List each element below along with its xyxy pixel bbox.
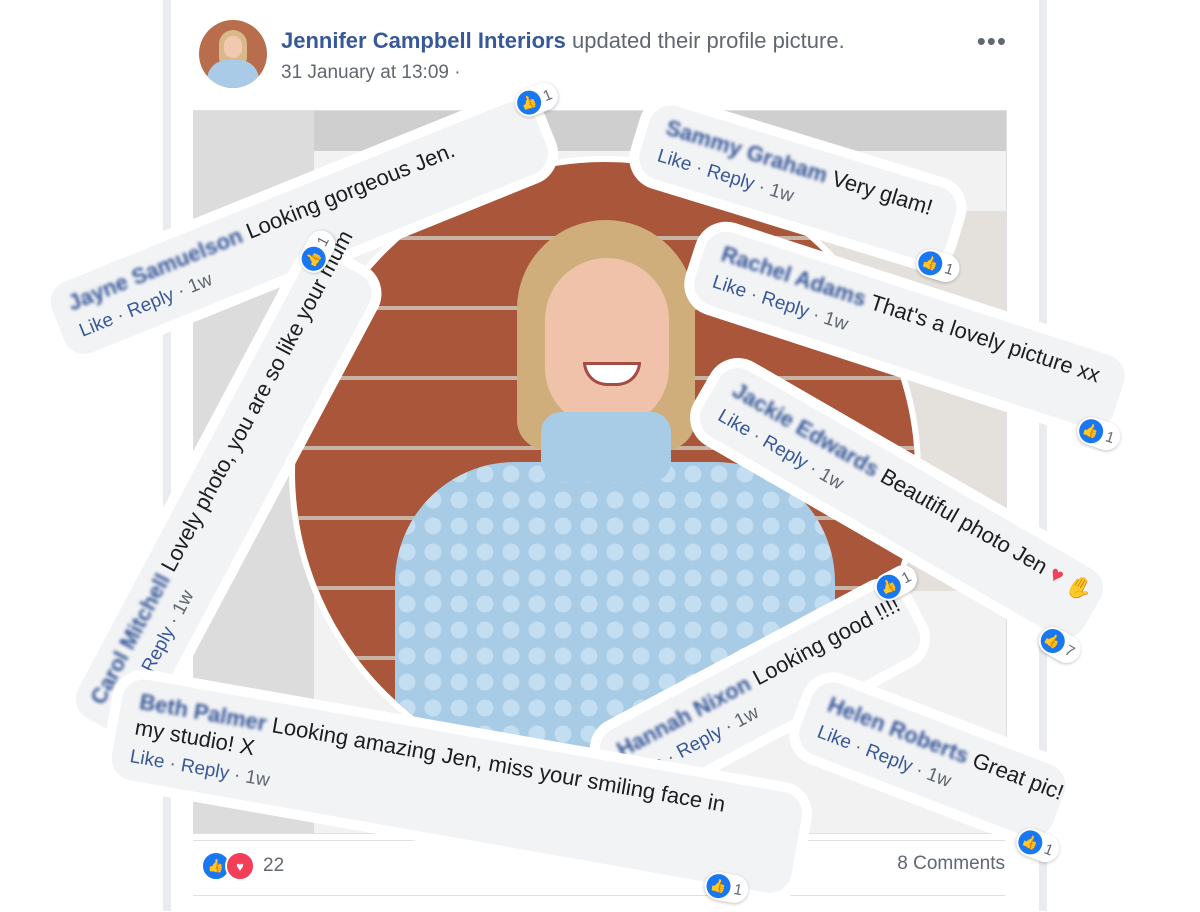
page-name-link[interactable]: Jennifer Campbell Interiors [281, 28, 566, 53]
comment-reaction-count: 1 [732, 880, 744, 899]
woman-face [545, 258, 669, 428]
footer-divider [193, 895, 1005, 896]
page-avatar[interactable] [199, 20, 267, 88]
post-title: Jennifer Campbell Interiors updated thei… [281, 28, 845, 54]
more-options-icon[interactable]: ••• [977, 26, 1007, 57]
comment-like-link[interactable]: Like [128, 746, 166, 773]
comment-reaction-count: 1 [1103, 427, 1117, 447]
reaction-count: 22 [263, 855, 285, 876]
comment-time[interactable]: 1w [821, 308, 851, 335]
avatar-face [224, 36, 242, 58]
comment-reaction-count: 1 [540, 85, 555, 105]
photo-ceiling [194, 111, 1006, 151]
comment-reaction-count: 7 [1062, 641, 1078, 661]
post-action-text: updated their profile picture. [571, 28, 845, 53]
comment-reaction-count: 1 [1041, 840, 1056, 859]
woman-collar [541, 412, 671, 482]
comment-reaction-count: 1 [942, 259, 956, 279]
post-timestamp[interactable]: 31 January at 13:09 · [281, 62, 461, 84]
comments-count-link[interactable]: 8 Comments [897, 853, 1005, 875]
avatar-body [207, 60, 259, 88]
post-header: Jennifer Campbell Interiors updated thei… [199, 20, 1019, 90]
clapping-hands-icon: ✋ [1061, 570, 1098, 606]
like-reaction-icon: 👍 [704, 872, 733, 900]
comment-time[interactable]: 1w [767, 180, 796, 207]
love-reaction-icon: ♥ [225, 851, 255, 881]
comment-time[interactable]: 1w [924, 764, 954, 792]
comment-reply-link[interactable]: Reply [179, 755, 230, 784]
page-gutter-right [1047, 0, 1200, 911]
reaction-summary[interactable]: 👍 ♥ 22 [201, 851, 284, 881]
comment-time[interactable]: 1w [244, 766, 272, 791]
